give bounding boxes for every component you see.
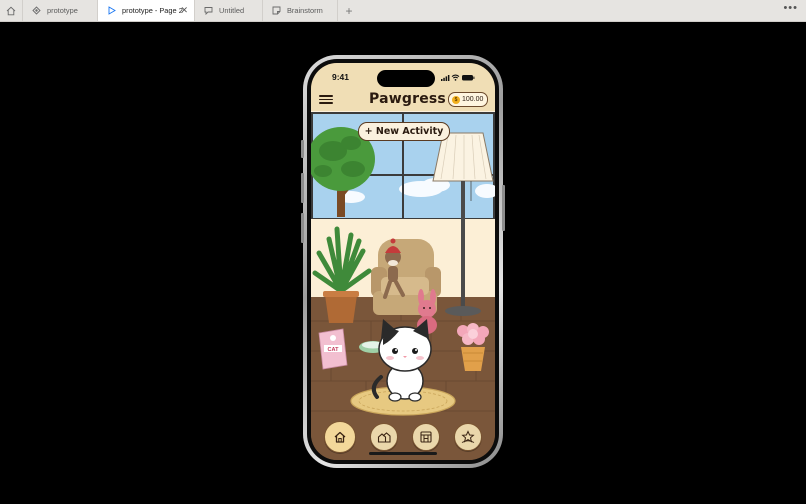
bottom-navigation (311, 419, 495, 455)
home-tab[interactable] (0, 0, 23, 21)
tab-label: prototype - Page 2 (122, 6, 183, 15)
status-time: 9:41 (332, 72, 350, 82)
nav-achievements-button[interactable] (454, 423, 482, 451)
app-title: Pawgress (369, 91, 446, 107)
more-menu-button[interactable]: ••• (783, 2, 798, 14)
tab-prototype[interactable]: prototype (23, 0, 98, 21)
coin-icon: $ (452, 95, 460, 104)
battery-icon (462, 75, 475, 81)
nav-friends-button[interactable] (370, 423, 398, 451)
svg-text:CAT: CAT (328, 347, 340, 353)
browser-tab-bar: prototype prototype - Page 2 ✕ Untitled … (0, 0, 806, 22)
achievements-icon (461, 430, 475, 443)
coin-amount: 100.00 (462, 96, 484, 103)
phone-volume-down-button (301, 213, 304, 243)
nav-home-button[interactable] (324, 421, 356, 453)
prototype-file-icon (31, 6, 41, 16)
hamburger-menu-icon[interactable] (319, 93, 333, 105)
tab-brainstorm[interactable]: Brainstorm (263, 0, 338, 21)
status-icons (441, 74, 475, 81)
home-icon (334, 431, 346, 443)
tab-untitled[interactable]: Untitled (195, 0, 263, 21)
phone-action-button (301, 140, 304, 158)
chat-bubble-icon (203, 6, 213, 16)
home-icon (6, 6, 16, 15)
close-icon[interactable]: ✕ (180, 5, 188, 15)
nav-shop-button[interactable] (412, 423, 440, 451)
phone-frame: 9:41 Pawgress $ 100.00 CAT + New Activit… (301, 55, 505, 468)
app-header: Pawgress $ 100.00 (311, 89, 495, 111)
dynamic-island (377, 70, 435, 87)
phone-volume-up-button (301, 173, 304, 203)
room-illustration: CAT (311, 111, 495, 460)
wifi-icon (451, 74, 460, 81)
friends-icon (377, 432, 391, 443)
cat-food-bag-icon: CAT (318, 328, 348, 370)
new-activity-button[interactable]: + New Activity (358, 122, 450, 141)
tab-label: Brainstorm (287, 6, 323, 15)
sticky-note-icon (271, 6, 281, 16)
tab-prototype-page-2[interactable]: prototype - Page 2 ✕ (98, 0, 195, 21)
cellular-signal-icon (441, 75, 450, 81)
home-indicator[interactable] (369, 452, 437, 455)
new-tab-button[interactable]: + (338, 0, 360, 21)
app-screen: 9:41 Pawgress $ 100.00 CAT + New Activit… (311, 63, 495, 460)
play-icon (106, 6, 116, 16)
tab-label: prototype (47, 6, 78, 15)
tab-label: Untitled (219, 6, 245, 15)
shop-icon (420, 431, 432, 443)
coin-balance[interactable]: $ 100.00 (448, 92, 488, 107)
phone-power-button (502, 185, 505, 231)
cat-room-scene: CAT + New Activity (311, 111, 495, 460)
